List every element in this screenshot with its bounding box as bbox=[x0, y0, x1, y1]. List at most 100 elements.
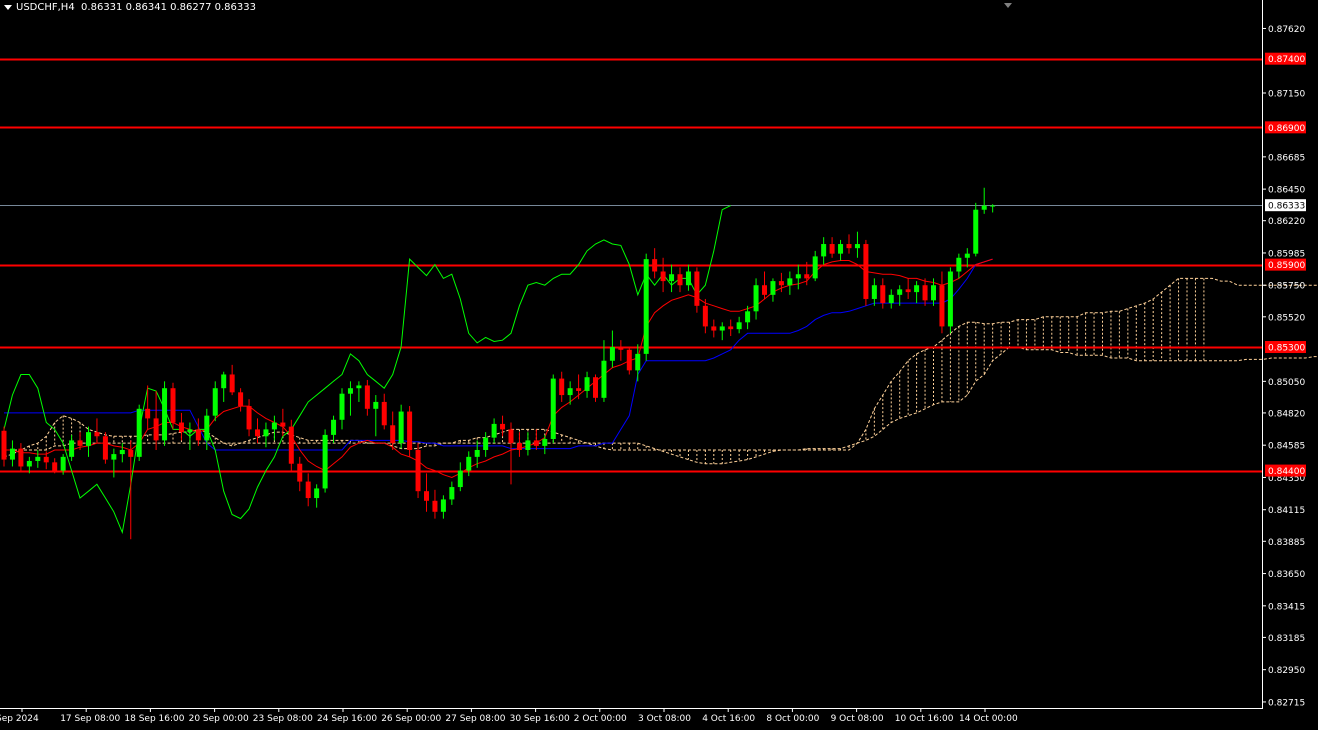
candle-body bbox=[60, 456, 66, 471]
candle-body bbox=[947, 271, 953, 327]
price-tick-label: 0.83885 bbox=[1268, 538, 1305, 548]
candle-body bbox=[390, 425, 396, 444]
chart-background bbox=[0, 0, 1318, 726]
candle-body bbox=[990, 205, 996, 207]
candle-body bbox=[162, 388, 168, 441]
ohlc-readout: 0.86331 0.86341 0.86277 0.86333 bbox=[81, 2, 256, 13]
level-price-label: 0.86900 bbox=[1268, 124, 1305, 134]
candle-body bbox=[102, 436, 108, 460]
bid-price-label: 0.86333 bbox=[1268, 202, 1305, 212]
candle-body bbox=[128, 449, 134, 457]
candle-body bbox=[533, 440, 539, 446]
time-tick-label: 10 Oct 16:00 bbox=[895, 714, 954, 724]
candle-body bbox=[829, 244, 835, 254]
candle bbox=[288, 419, 294, 471]
candle-body bbox=[846, 244, 852, 249]
candle-body bbox=[956, 257, 962, 272]
candle-body bbox=[170, 388, 176, 423]
candle-body bbox=[626, 349, 632, 371]
chart-window[interactable]: 0.87620 0.87150 0.86685 0.86450 0.86220 0.859… bbox=[0, 0, 1318, 726]
candle-body bbox=[415, 449, 421, 492]
candle-body bbox=[77, 440, 83, 446]
level-price-label: 0.87400 bbox=[1268, 55, 1305, 65]
candle-body bbox=[373, 401, 379, 409]
candle-body bbox=[280, 422, 286, 427]
candle-body bbox=[339, 393, 345, 420]
price-tick-label: 0.84820 bbox=[1268, 409, 1305, 419]
candle-body bbox=[770, 281, 776, 295]
candle-body bbox=[322, 434, 328, 489]
candle-body bbox=[263, 429, 269, 437]
level-price-label: 0.85300 bbox=[1268, 344, 1305, 354]
candle-body bbox=[212, 388, 218, 416]
candle bbox=[407, 406, 413, 457]
candle-body bbox=[981, 205, 987, 210]
price-tick-label: 0.87150 bbox=[1268, 90, 1305, 100]
candle-body bbox=[153, 418, 159, 441]
candle-body bbox=[9, 448, 15, 460]
candle-body bbox=[111, 454, 117, 460]
candle-body bbox=[525, 440, 531, 450]
price-tick-label: 0.83185 bbox=[1268, 634, 1305, 644]
candle-body bbox=[119, 449, 125, 455]
candle-body bbox=[871, 285, 877, 299]
candle-body bbox=[914, 285, 920, 293]
candle-body bbox=[787, 278, 793, 286]
candle-body bbox=[694, 271, 700, 306]
price-chart[interactable]: 0.87620 0.87150 0.86685 0.86450 0.86220 0.859… bbox=[0, 0, 1318, 726]
candle bbox=[947, 267, 953, 334]
candle bbox=[863, 239, 869, 306]
candle-body bbox=[643, 259, 649, 354]
time-tick-label: 4 Oct 16:00 bbox=[702, 714, 755, 724]
candle-body bbox=[407, 411, 413, 450]
candle bbox=[973, 202, 979, 257]
candle-body bbox=[457, 470, 463, 488]
candle-body bbox=[973, 209, 979, 254]
candle-body bbox=[550, 378, 556, 440]
price-tick-label: 0.86450 bbox=[1268, 186, 1305, 196]
level-price-label: 0.84400 bbox=[1268, 467, 1305, 477]
price-tick-label: 0.82715 bbox=[1268, 698, 1305, 708]
candle-body bbox=[347, 388, 353, 394]
candle-body bbox=[204, 415, 210, 441]
candle-body bbox=[424, 491, 429, 501]
candle-body bbox=[69, 440, 75, 457]
candle-body bbox=[931, 285, 936, 301]
price-tick-label: 0.84585 bbox=[1268, 442, 1305, 452]
candle-body bbox=[86, 432, 91, 446]
time-tick-label: 24 Sep 16:00 bbox=[317, 714, 377, 724]
candle-body bbox=[255, 429, 260, 437]
candle-body bbox=[52, 462, 58, 471]
price-tick-label: 0.87620 bbox=[1268, 25, 1305, 35]
candle-body bbox=[305, 481, 311, 499]
price-tick-label: 0.86685 bbox=[1268, 153, 1305, 163]
candle-body bbox=[897, 289, 903, 295]
candle-body bbox=[922, 285, 928, 301]
price-tick-label: 0.85050 bbox=[1268, 378, 1305, 388]
candle bbox=[550, 374, 556, 444]
candle-body bbox=[660, 271, 666, 282]
candle-body bbox=[745, 311, 751, 323]
time-tick-label: 26 Sep 00:00 bbox=[381, 714, 441, 724]
price-tick-label: 0.84115 bbox=[1268, 506, 1305, 516]
candle-body bbox=[677, 274, 683, 286]
candle-body bbox=[356, 385, 362, 389]
candle-body bbox=[685, 271, 691, 286]
time-tick-label: 18 Sep 16:00 bbox=[124, 714, 184, 724]
candle-body bbox=[821, 244, 827, 257]
candle bbox=[593, 374, 598, 402]
time-tick-label: 14 Oct 00:00 bbox=[959, 714, 1018, 724]
candle-body bbox=[559, 378, 565, 396]
candle-body bbox=[652, 259, 658, 272]
candle bbox=[643, 253, 649, 361]
price-tick-label: 0.85750 bbox=[1268, 282, 1305, 292]
dropdown-triangle-icon[interactable] bbox=[4, 4, 12, 10]
price-tick-label: 0.85520 bbox=[1268, 313, 1305, 323]
candle-body bbox=[221, 374, 227, 389]
candle-body bbox=[331, 419, 337, 435]
time-tick-label: 8 Oct 00:00 bbox=[766, 714, 819, 724]
time-tick-label: 20 Sep 00:00 bbox=[189, 714, 249, 724]
candle-body bbox=[888, 294, 894, 304]
time-tick-label: 2 Oct 00:00 bbox=[574, 714, 627, 724]
candle-body bbox=[584, 377, 590, 391]
